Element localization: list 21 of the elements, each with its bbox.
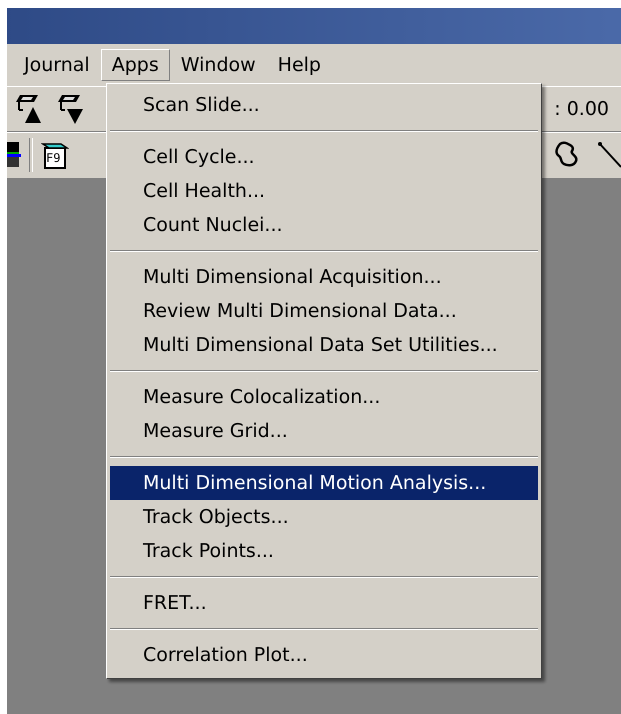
menu-entry[interactable]: Multi Dimensional Data Set Utilities... bbox=[110, 328, 538, 362]
menu-entry[interactable]: Track Points... bbox=[110, 534, 538, 568]
color-channel-icon[interactable] bbox=[7, 140, 21, 170]
menu-item[interactable]: Apps bbox=[100, 49, 170, 81]
menu-entry[interactable]: Cell Health... bbox=[110, 174, 538, 208]
menu-entry[interactable]: Review Multi Dimensional Data... bbox=[110, 294, 538, 328]
menu-entry[interactable]: Correlation Plot... bbox=[110, 638, 538, 672]
line-tool-icon[interactable] bbox=[597, 140, 621, 170]
menu-entry[interactable]: Count Nuclei... bbox=[110, 208, 538, 242]
menu-entry[interactable]: Track Objects... bbox=[110, 500, 538, 534]
menu-entry[interactable]: FRET... bbox=[110, 586, 538, 620]
menu-entry[interactable]: Measure Grid... bbox=[110, 414, 538, 448]
menu-item[interactable]: Help bbox=[266, 49, 332, 81]
menu-entry[interactable]: Multi Dimensional Motion Analysis... bbox=[110, 466, 538, 500]
menu-entry[interactable]: Scan Slide... bbox=[110, 88, 538, 122]
menu-item[interactable]: Window bbox=[170, 49, 267, 81]
menu-entry[interactable]: Measure Colocalization... bbox=[110, 380, 538, 414]
menu-entry[interactable]: Multi Dimensional Acquisition... bbox=[110, 260, 538, 294]
z-position-reading: : 0.00 bbox=[554, 98, 609, 120]
menu-item[interactable]: Journal bbox=[13, 49, 101, 81]
menu-entry[interactable]: Cell Cycle... bbox=[110, 140, 538, 174]
